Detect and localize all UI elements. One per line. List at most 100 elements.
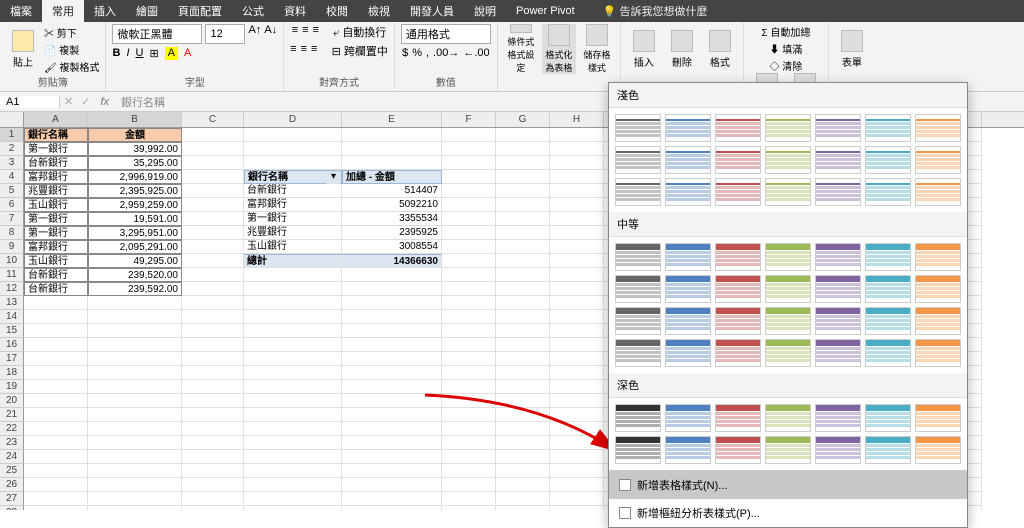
row-header-2[interactable]: 2 [0, 142, 24, 156]
cell[interactable] [342, 450, 442, 464]
row-header-19[interactable]: 19 [0, 380, 24, 394]
table-style-thumb[interactable] [765, 404, 811, 432]
cell[interactable]: 兆豐銀行 [24, 184, 88, 198]
paste-button[interactable]: 貼上 [6, 24, 40, 74]
cell[interactable] [496, 268, 550, 282]
row-header-21[interactable]: 21 [0, 408, 24, 422]
cell[interactable] [496, 338, 550, 352]
cell[interactable] [244, 450, 342, 464]
cell[interactable] [550, 408, 604, 422]
row-header-16[interactable]: 16 [0, 338, 24, 352]
cell[interactable] [342, 492, 442, 506]
cell[interactable] [24, 506, 88, 510]
cell[interactable] [496, 142, 550, 156]
cell[interactable] [442, 240, 496, 254]
cell[interactable] [550, 450, 604, 464]
cell[interactable] [244, 394, 342, 408]
cell[interactable] [442, 478, 496, 492]
cell[interactable]: 總計 [244, 254, 342, 268]
table-style-thumb[interactable] [865, 114, 911, 142]
dec-decimal-icon[interactable]: ←.00 [463, 47, 489, 59]
cell[interactable] [244, 506, 342, 510]
cell[interactable] [342, 366, 442, 380]
cell[interactable] [342, 268, 442, 282]
col-header-E[interactable]: E [342, 112, 442, 127]
cell[interactable] [442, 142, 496, 156]
table-style-thumb[interactable] [715, 339, 761, 367]
cell[interactable] [88, 352, 182, 366]
cell[interactable] [442, 310, 496, 324]
cell[interactable] [88, 408, 182, 422]
cell[interactable] [442, 492, 496, 506]
cell[interactable] [88, 492, 182, 506]
cell[interactable] [182, 492, 244, 506]
table-style-thumb[interactable] [765, 436, 811, 464]
table-style-thumb[interactable] [665, 307, 711, 335]
format-button[interactable]: 格式 [703, 24, 737, 74]
col-header-A[interactable]: A [24, 112, 88, 127]
cell[interactable]: 2,959,259.00 [88, 198, 182, 212]
cell[interactable] [442, 184, 496, 198]
cell[interactable] [496, 464, 550, 478]
cell[interactable] [442, 506, 496, 510]
cell[interactable] [182, 296, 244, 310]
cell[interactable] [244, 492, 342, 506]
cell[interactable] [550, 464, 604, 478]
cell[interactable] [182, 142, 244, 156]
cell[interactable] [342, 324, 442, 338]
cell[interactable] [442, 268, 496, 282]
cell[interactable]: 2,395,925.00 [88, 184, 182, 198]
table-style-thumb[interactable] [715, 114, 761, 142]
cell[interactable] [244, 324, 342, 338]
table-style-thumb[interactable] [815, 307, 861, 335]
table-style-thumb[interactable] [715, 404, 761, 432]
font-size-combo[interactable]: 12 [205, 24, 245, 44]
table-style-thumb[interactable] [915, 243, 961, 271]
table-style-thumb[interactable] [715, 178, 761, 206]
table-style-thumb[interactable] [665, 243, 711, 271]
cell[interactable] [244, 478, 342, 492]
cell[interactable] [550, 506, 604, 510]
cell[interactable] [342, 282, 442, 296]
cell[interactable] [182, 338, 244, 352]
cell[interactable]: 第一銀行 [24, 212, 88, 226]
cell[interactable] [244, 310, 342, 324]
cell[interactable] [550, 492, 604, 506]
row-header-8[interactable]: 8 [0, 226, 24, 240]
cell[interactable] [182, 240, 244, 254]
table-style-thumb[interactable] [665, 146, 711, 174]
row-header-9[interactable]: 9 [0, 240, 24, 254]
cell[interactable] [182, 394, 244, 408]
cell[interactable] [244, 366, 342, 380]
row-header-28[interactable]: 28 [0, 506, 24, 510]
cell[interactable] [182, 380, 244, 394]
cell[interactable] [550, 324, 604, 338]
cell[interactable] [496, 212, 550, 226]
cell[interactable] [182, 254, 244, 268]
new-pivot-style-button[interactable]: 新增樞紐分析表樣式(P)... [609, 499, 967, 527]
cell[interactable]: 第一銀行 [24, 142, 88, 156]
cell[interactable] [342, 296, 442, 310]
cell[interactable]: 239,520.00 [88, 268, 182, 282]
table-style-thumb[interactable] [865, 404, 911, 432]
table-style-thumb[interactable] [865, 243, 911, 271]
inc-decimal-icon[interactable]: .00→ [433, 47, 459, 59]
cell[interactable] [88, 506, 182, 510]
cell[interactable] [182, 450, 244, 464]
cell[interactable]: 台新銀行 [24, 268, 88, 282]
cell[interactable] [496, 450, 550, 464]
cell[interactable] [496, 184, 550, 198]
cell[interactable] [182, 506, 244, 510]
cell[interactable]: 3,295,951.00 [88, 226, 182, 240]
cell[interactable] [550, 478, 604, 492]
cell[interactable] [88, 422, 182, 436]
cell[interactable] [24, 324, 88, 338]
cell[interactable]: 台新銀行 [24, 282, 88, 296]
table-style-thumb[interactable] [615, 307, 661, 335]
cell[interactable]: 2395925 [342, 226, 442, 240]
cell[interactable] [550, 422, 604, 436]
cell[interactable] [342, 128, 442, 142]
cell[interactable] [550, 436, 604, 450]
align-bot-icon[interactable]: ≡ [313, 24, 319, 40]
table-style-thumb[interactable] [815, 436, 861, 464]
